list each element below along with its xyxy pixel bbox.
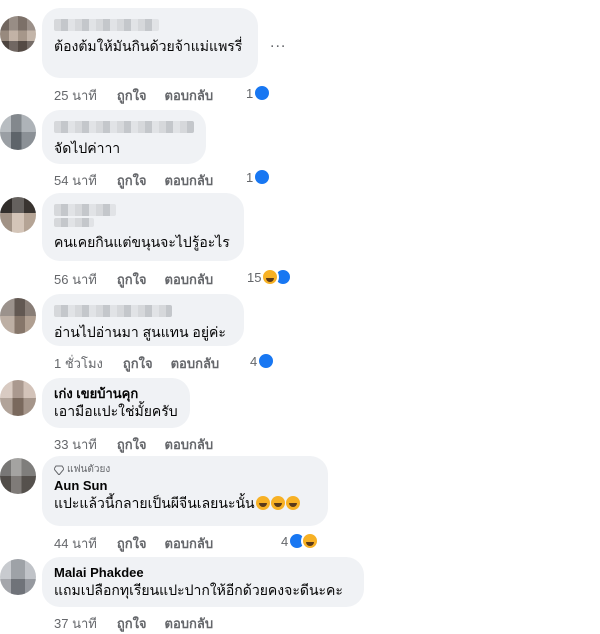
comment-time[interactable]: 37 นาที [54, 613, 97, 634]
avatar[interactable] [0, 380, 36, 416]
reaction-count: 4 [281, 533, 289, 549]
reaction-count: 15 [247, 269, 262, 285]
reply-button[interactable]: ตอบกลับ [165, 434, 214, 455]
like-button[interactable]: ถูกใจ [117, 533, 147, 554]
avatar[interactable] [0, 114, 36, 150]
comment-actions: 56 นาที ถูกใจ ตอบกลับ [54, 269, 213, 290]
author-name[interactable]: Aun Sun [54, 478, 316, 494]
laughing-emoji-icon [285, 496, 300, 510]
reply-button[interactable]: ตอบกลับ [171, 353, 220, 374]
laughing-emoji-icon [270, 496, 285, 510]
avatar[interactable] [0, 298, 36, 334]
comment-text: คนเคยกินแต่ขนุนจะไปรู้อะไร [54, 234, 230, 250]
haha-icon [301, 532, 320, 550]
like-button[interactable]: ถูกใจ [117, 613, 147, 634]
reply-button[interactable]: ตอบกลับ [165, 533, 214, 554]
comment-bubble: แฟนตัวยง Aun Sun แปะแล้วนี้กลายเป็นผีจีน… [42, 456, 328, 526]
reaction-summary[interactable]: 4 [281, 532, 320, 550]
like-button[interactable]: ถูกใจ [117, 170, 147, 191]
comment-text-content: แปะแล้วนี้กลายเป็นผีจีนเลยนะนั้น [54, 495, 255, 511]
more-options-icon[interactable]: ... [270, 34, 286, 52]
like-icon [257, 352, 276, 370]
comment-actions: 37 นาที ถูกใจ ตอบกลับ [54, 613, 213, 634]
reply-button[interactable]: ตอบกลับ [165, 613, 214, 634]
comment-text: แปะแล้วนี้กลายเป็นผีจีนเลยนะนั้น [54, 494, 316, 513]
comment-text: ต้องต้มให้มันกินด้วยจ้าแม่แพรรี่ [54, 38, 243, 54]
reply-button[interactable]: ตอบกลับ [165, 269, 214, 290]
author-name-blurred [54, 218, 94, 227]
diamond-icon [54, 465, 64, 475]
author-name-blurred[interactable] [54, 19, 159, 31]
reaction-summary[interactable]: 1 [246, 84, 272, 102]
like-icon [253, 168, 272, 186]
author-name-blurred[interactable] [54, 204, 116, 216]
comment-actions: 44 นาที ถูกใจ ตอบกลับ [54, 533, 213, 554]
avatar[interactable] [0, 559, 36, 595]
reaction-summary[interactable]: 1 [246, 168, 272, 186]
reaction-summary[interactable]: 15 [247, 268, 293, 286]
comment-bubble: จัดไปค่าาา [42, 110, 206, 164]
like-button[interactable]: ถูกใจ [123, 353, 153, 374]
comment-bubble: อ่านไปอ่านมา สูนแทน อยู่ค่ะ [42, 294, 244, 346]
comment-text: อ่านไปอ่านมา สูนแทน อยู่ค่ะ [54, 324, 226, 340]
avatar[interactable] [0, 16, 36, 52]
reaction-count: 1 [246, 169, 254, 185]
reply-button[interactable]: ตอบกลับ [165, 85, 214, 106]
avatar[interactable] [0, 458, 36, 494]
comment-actions: 25 นาที ถูกใจ ตอบกลับ [54, 85, 213, 106]
avatar[interactable] [0, 197, 36, 233]
comment-time[interactable]: 25 นาที [54, 85, 97, 106]
like-button[interactable]: ถูกใจ [117, 269, 147, 290]
comment-bubble: ต้องต้มให้มันกินด้วยจ้าแม่แพรรี่ [42, 8, 258, 78]
like-icon [253, 84, 272, 102]
comment-actions: 54 นาที ถูกใจ ตอบกลับ [54, 170, 213, 191]
comment-actions: 33 นาที ถูกใจ ตอบกลับ [54, 434, 213, 455]
comment-actions: 1 ชั่วโมง ถูกใจ ตอบกลับ [54, 353, 219, 374]
author-name[interactable]: เก่ง เขยบ้านคุก [54, 386, 178, 402]
fan-badge[interactable]: แฟนตัวยง [54, 464, 316, 476]
author-name-blurred[interactable] [54, 121, 194, 133]
laughing-emoji-icon [255, 496, 270, 510]
author-name[interactable]: Malai Phakdee [54, 565, 352, 581]
like-button[interactable]: ถูกใจ [117, 85, 147, 106]
comment-bubble: คนเคยกินแต่ขนุนจะไปรู้อะไร [42, 193, 244, 261]
comment-bubble: เก่ง เขยบ้านคุก เอามือแปะใช่มั้ยครับ [42, 378, 190, 428]
reaction-summary[interactable]: 4 [250, 352, 276, 370]
comment-time[interactable]: 56 นาที [54, 269, 97, 290]
comment-time[interactable]: 1 ชั่วโมง [54, 353, 103, 374]
comment-text: แถมเปลือกทุเรียนแปะปากให้อีกด้วยคงจะดีนะ… [54, 582, 343, 598]
comment-text: เอามือแปะใช่มั้ยครับ [54, 403, 178, 419]
comment-time[interactable]: 44 นาที [54, 533, 97, 554]
author-name-blurred[interactable] [54, 305, 172, 317]
comment-text: จัดไปค่าาา [54, 140, 121, 156]
comment-time[interactable]: 54 นาที [54, 170, 97, 191]
reply-button[interactable]: ตอบกลับ [165, 170, 214, 191]
fan-badge-label: แฟนตัวยง [67, 464, 111, 475]
like-button[interactable]: ถูกใจ [117, 434, 147, 455]
reaction-count: 1 [246, 85, 254, 101]
comment-time[interactable]: 33 นาที [54, 434, 97, 455]
comment-bubble: Malai Phakdee แถมเปลือกทุเรียนแปะปากให้อ… [42, 557, 364, 607]
reaction-count: 4 [250, 353, 258, 369]
